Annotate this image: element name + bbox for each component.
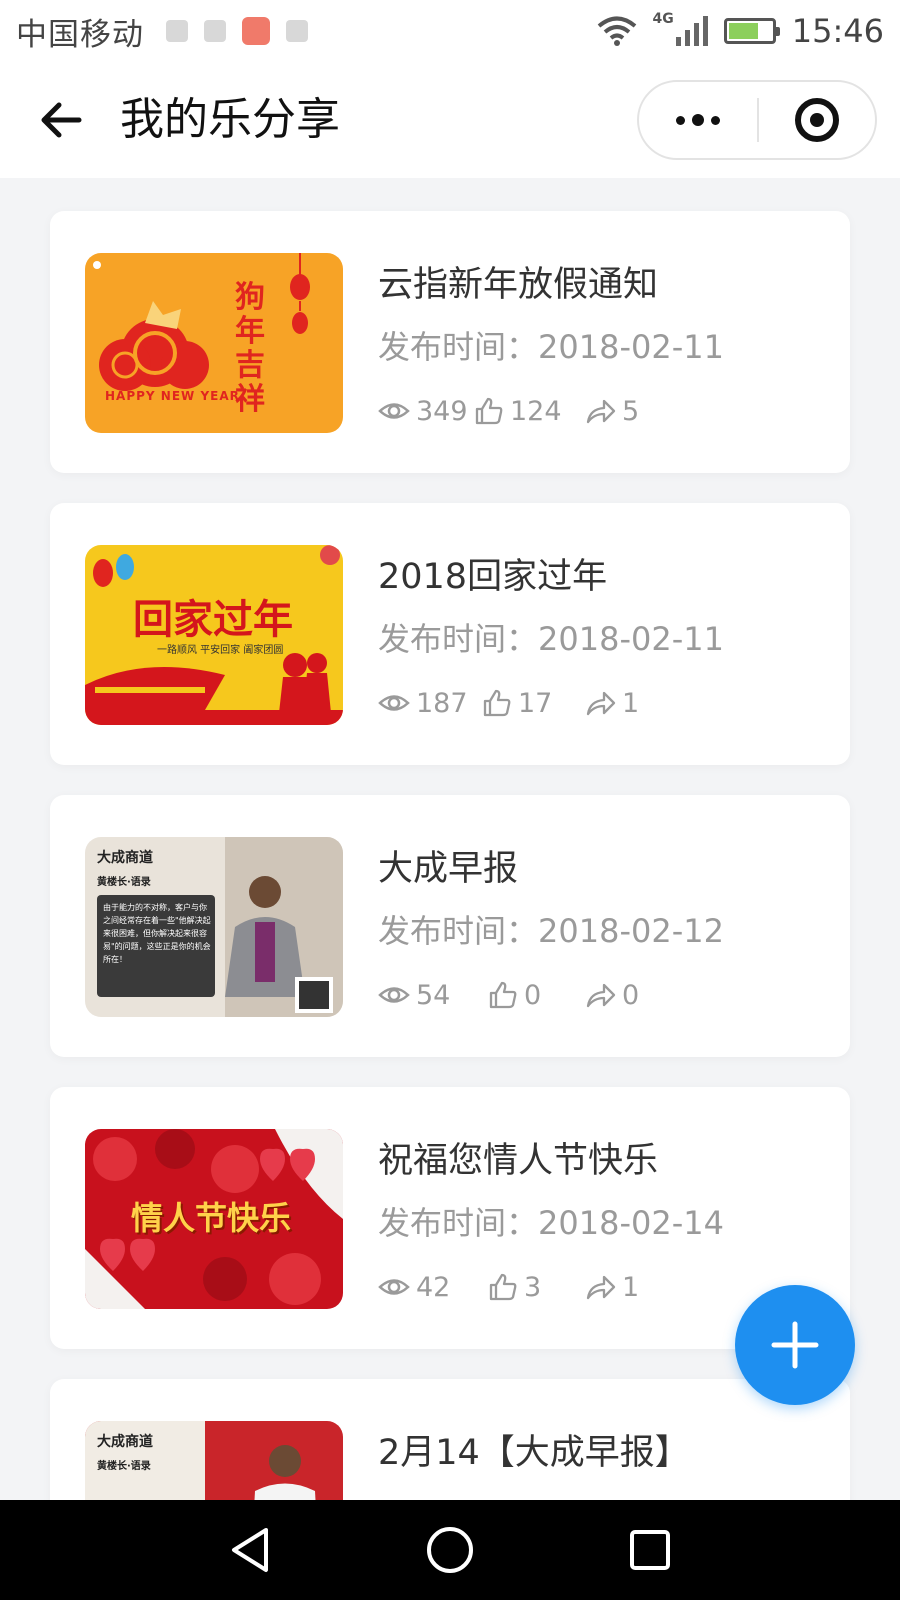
- thumbs-up-icon: [489, 1273, 517, 1301]
- nav-bar: 我的乐分享: [0, 62, 900, 178]
- view-count-value: 187: [416, 687, 468, 719]
- share-count: 0: [586, 975, 639, 1015]
- thumbnail-caption: 黄楼长·语录: [97, 877, 151, 888]
- share-count: 5: [586, 391, 639, 431]
- thumbs-up-icon: [489, 981, 517, 1009]
- like-count-value: 3: [524, 1271, 542, 1303]
- add-button[interactable]: [735, 1285, 855, 1405]
- thumbnail-headline: 狗年吉祥: [235, 280, 265, 417]
- arrow-left-icon: [41, 102, 82, 138]
- thumbs-up-icon: [483, 689, 511, 717]
- signal-icon: [675, 16, 708, 46]
- thumbnail-headline: 回家过年: [133, 597, 293, 643]
- app-notification-icon: [242, 17, 270, 45]
- like-count: 124: [474, 391, 562, 431]
- thumbnail: 大成商道 黄楼长·语录: [85, 1421, 343, 1500]
- more-dots-icon: [676, 115, 685, 125]
- system-nav-bar: [0, 1500, 900, 1600]
- share-count-value: 1: [622, 1271, 640, 1303]
- mini-program-capsule: [637, 80, 877, 160]
- notification-icon: [204, 20, 226, 42]
- triangle-back-icon: [232, 1528, 268, 1572]
- share-card[interactable]: 情人节快乐 祝福您情人节快乐 发布时间：2018-02-14 42 3 1: [50, 1087, 850, 1349]
- notification-icon: [286, 20, 308, 42]
- view-count: 187: [378, 683, 468, 723]
- share-icon: [586, 691, 616, 716]
- thumbnail: 大成商道 黄楼长·语录 由于能力的不对称，客户与你之间经常存在着一些"他解决起来…: [85, 837, 343, 1017]
- share-card[interactable]: 大成商道 黄楼长·语录 由于能力的不对称，客户与你之间经常存在着一些"他解决起来…: [50, 795, 850, 1057]
- share-count: 1: [586, 683, 639, 723]
- thumbnail: 狗年吉祥 HAPPY NEW YEAR: [85, 253, 343, 433]
- status-bar: 中国移动 4G 15:46: [0, 0, 900, 62]
- notification-icons: [166, 17, 308, 45]
- clock: 15:46: [791, 12, 884, 50]
- item-title: 2月14【大成早报】: [378, 1433, 690, 1473]
- thumbnail-caption: 黄楼长·语录: [97, 1461, 151, 1472]
- system-home-button[interactable]: [415, 1515, 485, 1585]
- like-count-value: 0: [524, 979, 542, 1011]
- item-title: 2018回家过年: [378, 557, 608, 597]
- eye-icon: [378, 987, 410, 1003]
- view-count: 349: [378, 391, 468, 431]
- close-mini-program-button[interactable]: [759, 82, 875, 158]
- share-icon: [586, 983, 616, 1008]
- system-recents-button[interactable]: [615, 1515, 685, 1585]
- share-card[interactable]: 狗年吉祥 HAPPY NEW YEAR 云指新年放假通知 发布时间：2018-0…: [50, 211, 850, 473]
- view-count-value: 42: [416, 1271, 451, 1303]
- share-count-value: 1: [622, 687, 640, 719]
- eye-icon: [378, 695, 410, 711]
- item-date: 发布时间：2018-02-12: [378, 912, 724, 950]
- thumbnail-caption: 一路顺风 平安回家 阖家团圆: [157, 645, 284, 656]
- view-count: 42: [378, 1267, 450, 1307]
- item-title: 大成早报: [378, 849, 519, 889]
- carrier-name: 中国移动: [16, 16, 144, 53]
- thumbnail-headline: 大成商道: [97, 850, 153, 866]
- thumbs-up-icon: [475, 397, 503, 425]
- network-type: 4G: [652, 11, 674, 27]
- item-date: 发布时间：2018-02-14: [378, 1204, 724, 1242]
- thumbnail-headline: 情人节快乐: [131, 1199, 292, 1237]
- share-icon: [586, 1275, 616, 1300]
- battery-icon: [723, 18, 780, 44]
- view-count: 54: [378, 975, 450, 1015]
- item-date: 发布时间：2018-02-11: [378, 620, 724, 658]
- eye-icon: [378, 403, 410, 419]
- item-title: 云指新年放假通知: [378, 265, 659, 305]
- like-count: 3: [488, 1267, 541, 1307]
- plus-icon: [771, 1321, 819, 1369]
- page-title: 我的乐分享: [120, 94, 340, 145]
- circle-home-icon: [427, 1527, 473, 1573]
- share-count-value: 0: [622, 979, 640, 1011]
- thumbnail-headline: 大成商道: [97, 1434, 153, 1450]
- thumbnail-quote: 由于能力的不对称，客户与你之间经常存在着一些"他解决起来很困难，但你解决起来很容…: [103, 903, 211, 964]
- share-icon: [586, 399, 616, 424]
- wifi-icon: [597, 16, 636, 46]
- item-date: 发布时间：2018-02-11: [378, 328, 724, 366]
- eye-icon: [378, 1279, 410, 1295]
- back-button[interactable]: [36, 92, 86, 148]
- square-recents-icon: [630, 1530, 670, 1570]
- like-count: 17: [482, 683, 552, 723]
- target-icon: [795, 98, 839, 142]
- share-card[interactable]: 大成商道 黄楼长·语录 2月14【大成早报】: [50, 1379, 850, 1500]
- like-count-value: 124: [510, 395, 562, 427]
- share-count: 1: [586, 1267, 639, 1307]
- thumbnail: 情人节快乐: [85, 1129, 343, 1309]
- thumbnail-caption: HAPPY NEW YEAR: [105, 389, 240, 403]
- system-back-button[interactable]: [215, 1515, 285, 1585]
- share-count-value: 5: [622, 395, 640, 427]
- notification-icon: [166, 20, 188, 42]
- view-count-value: 349: [416, 395, 468, 427]
- thumbnail: 回家过年 一路顺风 平安回家 阖家团圆: [85, 545, 343, 725]
- share-card[interactable]: 回家过年 一路顺风 平安回家 阖家团圆 2018回家过年 发布时间：2018-0…: [50, 503, 850, 765]
- more-button[interactable]: [639, 82, 757, 158]
- item-title: 祝福您情人节快乐: [378, 1141, 659, 1181]
- view-count-value: 54: [416, 979, 451, 1011]
- like-count: 0: [488, 975, 541, 1015]
- like-count-value: 17: [518, 687, 553, 719]
